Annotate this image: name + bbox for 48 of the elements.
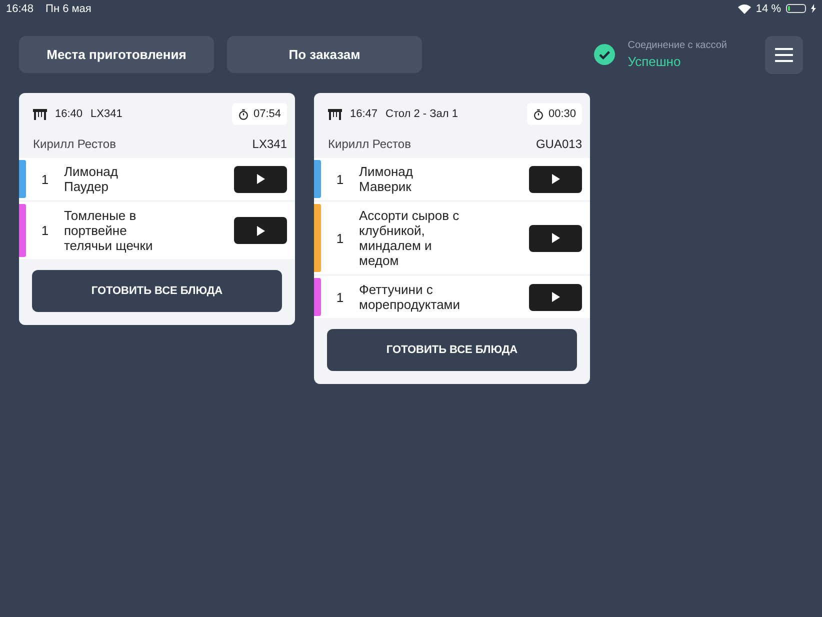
connection-label: Соединение с кассой (628, 40, 727, 51)
order-place: LX341 (90, 108, 122, 120)
start-button[interactable] (234, 166, 287, 192)
table-icon (33, 108, 47, 120)
connection-status: Успешно (628, 54, 682, 69)
play-icon (256, 226, 264, 236)
item-quantity: 1 (40, 222, 50, 240)
order-time: 16:40 (55, 108, 83, 120)
start-button[interactable] (529, 284, 582, 310)
stopwatch-icon (533, 108, 544, 120)
start-button[interactable] (529, 166, 582, 192)
start-button[interactable] (234, 217, 287, 244)
cook-all-button[interactable]: ГОТОВИТЬ ВСЕ БЛЮДА (32, 270, 282, 312)
item-name: Лимонад Паудер (64, 163, 119, 196)
play-icon (552, 233, 560, 243)
battery-icon (786, 4, 806, 13)
status-date: Пн 6 мая (46, 2, 92, 14)
item-quantity: 1 (335, 230, 345, 248)
bolt-icon (811, 4, 816, 13)
order-code: LX341 (252, 137, 287, 151)
order-place: Стол 2 - Зал 1 (386, 108, 458, 120)
play-icon (256, 174, 264, 184)
wifi-icon (738, 4, 751, 14)
item-name: Томленые в портвейне телячьи щечки (64, 207, 154, 255)
order-time: 16:47 (350, 108, 378, 120)
status-time: 16:48 (6, 2, 34, 14)
item-quantity: 1 (40, 170, 50, 188)
stopwatch-icon (238, 108, 250, 120)
item-quantity: 1 (335, 288, 345, 306)
menu-icon (775, 48, 793, 62)
nav-tab[interactable]: Места приготовления (19, 36, 214, 73)
nav-tab[interactable]: По заказам (227, 36, 422, 73)
waiter-name: Кирилл Рестов (328, 137, 412, 151)
play-icon (552, 174, 560, 184)
timer-value: 07:54 (253, 108, 281, 120)
item-name: Ассорти сыров с клубникой, миндалем и медом (359, 207, 460, 270)
item-quantity: 1 (335, 170, 345, 188)
table-icon (328, 108, 342, 120)
cook-all-button[interactable]: ГОТОВИТЬ ВСЕ БЛЮДА (327, 329, 577, 371)
waiter-name: Кирилл Рестов (33, 137, 117, 151)
menu-button[interactable] (765, 36, 803, 74)
battery-percent: 14 % (756, 2, 781, 14)
item-name: Феттучини с морепродуктами (359, 281, 461, 314)
item-name: Лимонад Маверик (359, 163, 414, 196)
timer-value: 00:30 (548, 108, 576, 120)
play-icon (552, 292, 560, 302)
order-code: GUA013 (536, 137, 582, 151)
start-button[interactable] (529, 224, 582, 252)
